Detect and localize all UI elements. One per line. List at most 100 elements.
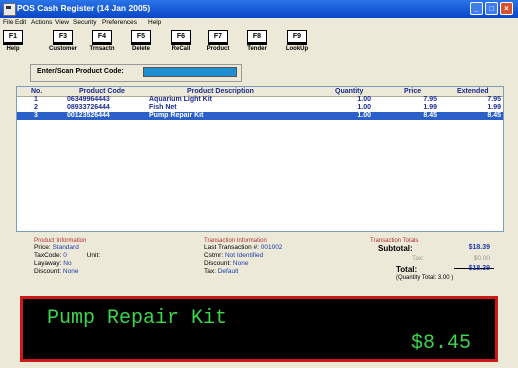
- transaction-discount-label: Discount:: [204, 260, 232, 267]
- row-extended: 7.95: [487, 96, 501, 103]
- delete-button[interactable]: F5 Delete: [128, 30, 154, 58]
- row-extended: 1.99: [487, 104, 501, 111]
- customer-value: Not Identified: [224, 252, 264, 259]
- col-product-description[interactable]: Product Description: [187, 88, 254, 95]
- recall-label: ReCall: [171, 46, 191, 52]
- row-qty: 1.00: [357, 112, 371, 119]
- transaction-info-panel: Transaction Information Last Transaction…: [204, 238, 364, 288]
- menu-actions[interactable]: Actions: [31, 19, 52, 26]
- unit-label: Unit:: [86, 252, 101, 259]
- taxcode-label: TaxCode:: [34, 252, 62, 259]
- f4-key-icon: F4: [92, 30, 112, 45]
- lookup-label: LookUp: [285, 46, 309, 52]
- transaction-discount-line: Discount: None: [204, 260, 364, 268]
- transaction-discount-value: None: [232, 260, 249, 267]
- maximize-button[interactable]: □: [485, 2, 498, 15]
- tax-total-row: Tax: $0.00: [370, 254, 500, 264]
- menu-security[interactable]: Security: [73, 19, 96, 26]
- row-desc: Fish Net: [149, 104, 177, 111]
- tax-value: Default: [217, 268, 239, 275]
- transaction-totals-panel: Transaction Totals Subtotal: $18.39 Tax:…: [370, 238, 500, 290]
- tax-total-value: $0.00: [473, 255, 490, 262]
- row-extended: 8.45: [487, 112, 501, 119]
- subtotal-value: $18.39: [468, 244, 490, 251]
- menu-file[interactable]: File: [3, 19, 13, 26]
- col-price[interactable]: Price: [404, 88, 421, 95]
- menu-preferences[interactable]: Preferences: [102, 19, 137, 26]
- quantity-total-note: (Quantity Total: 3.00 ): [396, 275, 454, 281]
- tax-label: Tax:: [204, 268, 216, 275]
- taxcode-value: 0: [63, 252, 67, 259]
- col-extended[interactable]: Extended: [457, 88, 489, 95]
- table-row[interactable]: 2 08933726444 Fish Net 1.00 1.99 1.99: [17, 104, 503, 112]
- app-icon: [3, 3, 16, 16]
- transaction-button[interactable]: F4 Trnsactn: [86, 30, 118, 58]
- close-button[interactable]: ×: [500, 2, 513, 15]
- row-desc: Pump Repair Kit: [149, 112, 204, 119]
- title-bar: POS Cash Register (14 Jan 2005) _ □ ×: [0, 0, 518, 18]
- total-value: $18.39: [468, 265, 490, 272]
- help-button[interactable]: F1 Help: [2, 30, 24, 58]
- lookup-button[interactable]: F9 LookUp: [282, 30, 312, 58]
- product-button[interactable]: F7 Product: [202, 30, 234, 58]
- f9-key-icon: F9: [287, 30, 307, 45]
- subtotal-row: Subtotal: $18.39: [370, 244, 500, 254]
- product-label: Product: [206, 46, 230, 52]
- menu-edit[interactable]: Edit: [15, 19, 26, 26]
- row-qty: 1.00: [357, 104, 371, 111]
- menu-view[interactable]: View: [55, 19, 69, 26]
- f3-key-icon: F3: [53, 30, 73, 45]
- product-discount-line: Discount: None: [34, 268, 184, 276]
- menu-help[interactable]: Help: [148, 19, 161, 26]
- table-row[interactable]: 1 06349964443 Aquarium Light Kit 1.00 7.…: [17, 96, 503, 104]
- f1-key-icon: F1: [3, 30, 23, 45]
- f7-key-icon: F7: [208, 30, 228, 45]
- discount-value: None: [62, 268, 79, 275]
- product-code-input[interactable]: [143, 67, 237, 77]
- tax-line: Tax: Default: [204, 268, 364, 276]
- recall-button[interactable]: F6 ReCall: [166, 30, 196, 58]
- items-grid: No. Product Code Product Description Qua…: [16, 86, 504, 232]
- last-transaction-line: Last Transaction #: 001002: [204, 244, 364, 252]
- discount-label: Discount:: [34, 268, 62, 275]
- row-no: 1: [34, 96, 38, 103]
- customer-line: Cstmr: Not Identified: [204, 252, 364, 260]
- display-price: $8.45: [410, 332, 471, 355]
- row-code: 06349964443: [67, 96, 110, 103]
- total-row: Total: $18.39: [370, 264, 500, 274]
- layaway-value: No: [63, 260, 72, 267]
- col-product-code[interactable]: Product Code: [79, 88, 125, 95]
- product-info-panel: Product Information Price: Standard TaxC…: [34, 238, 184, 288]
- row-no: 2: [34, 104, 38, 111]
- display-product-name: Pump Repair Kit: [47, 307, 228, 330]
- row-desc: Aquarium Light Kit: [149, 96, 212, 103]
- row-qty: 1.00: [357, 96, 371, 103]
- col-quantity[interactable]: Quantity: [335, 88, 363, 95]
- product-price-line: Price: Standard: [34, 244, 184, 252]
- minimize-button[interactable]: _: [470, 2, 483, 15]
- window-title: POS Cash Register (14 Jan 2005): [17, 3, 151, 13]
- row-code: 08933726444: [67, 104, 110, 111]
- table-row-selected[interactable]: 3 00123526444 Pump Repair Kit 1.00 8.45 …: [17, 112, 503, 120]
- customer-display: Pump Repair Kit $8.45: [20, 296, 498, 362]
- total-label: Total:: [396, 265, 418, 274]
- customer-button[interactable]: F3 Customer: [46, 30, 80, 58]
- help-label: Help: [6, 46, 20, 52]
- customer-label: Customer: [48, 46, 77, 52]
- row-no: 3: [34, 112, 38, 119]
- delete-label: Delete: [131, 46, 150, 52]
- row-price: 7.95: [423, 96, 437, 103]
- customer-label: Cstmr:: [204, 252, 224, 259]
- product-layaway-line: Layaway: No: [34, 260, 184, 268]
- col-no[interactable]: No.: [31, 88, 42, 95]
- tender-button[interactable]: F8 Tender: [242, 30, 272, 58]
- scan-panel: Enter/Scan Product Code:: [30, 64, 242, 82]
- tender-label: Tender: [247, 46, 267, 52]
- transaction-label: Trnsactn: [89, 46, 115, 52]
- row-code: 00123526444: [67, 112, 110, 119]
- f5-key-icon: F5: [131, 30, 151, 45]
- tax-total-label: Tax:: [412, 255, 424, 262]
- row-price: 1.99: [423, 104, 437, 111]
- price-label: Price:: [34, 244, 51, 251]
- subtotal-label: Subtotal:: [378, 244, 413, 253]
